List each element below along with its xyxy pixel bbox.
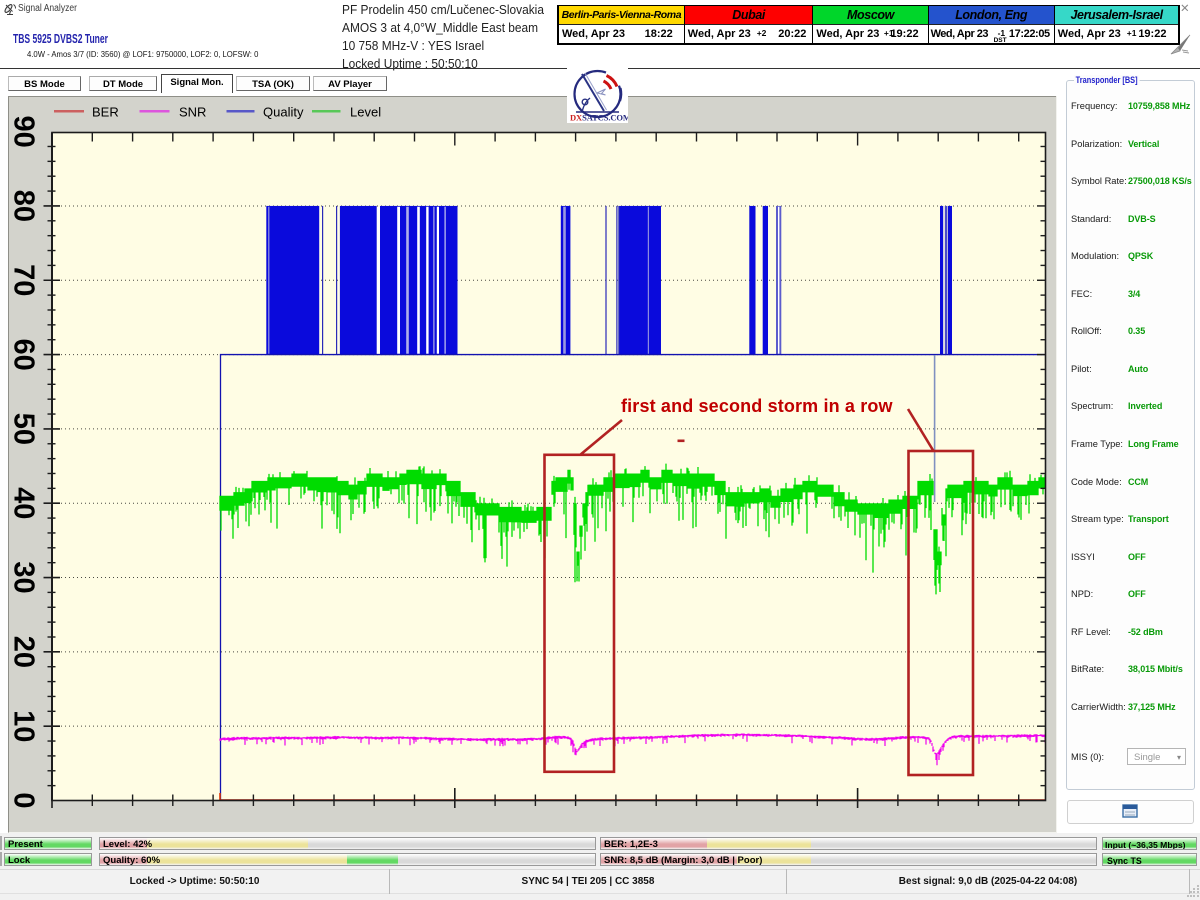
svg-text:90: 90	[8, 115, 40, 147]
svg-text:Level: Level	[350, 105, 381, 120]
svg-text:30: 30	[8, 561, 40, 593]
svg-text:80: 80	[8, 190, 40, 222]
svg-text:SNR: SNR	[179, 105, 206, 120]
svg-text:BER: BER	[92, 105, 119, 120]
svg-text:Quality: Quality	[263, 105, 304, 120]
svg-text:20: 20	[8, 636, 40, 668]
svg-text:10: 10	[8, 710, 40, 742]
svg-text:60: 60	[8, 338, 40, 370]
svg-text:40: 40	[8, 487, 40, 519]
svg-text:70: 70	[8, 264, 40, 296]
svg-text:0: 0	[8, 792, 40, 808]
svg-text:first and second storm in a ro: first and second storm in a row	[621, 396, 894, 416]
svg-text:DXSATCS.COM: DXSATCS.COM	[570, 113, 628, 123]
svg-text:50: 50	[8, 413, 40, 445]
